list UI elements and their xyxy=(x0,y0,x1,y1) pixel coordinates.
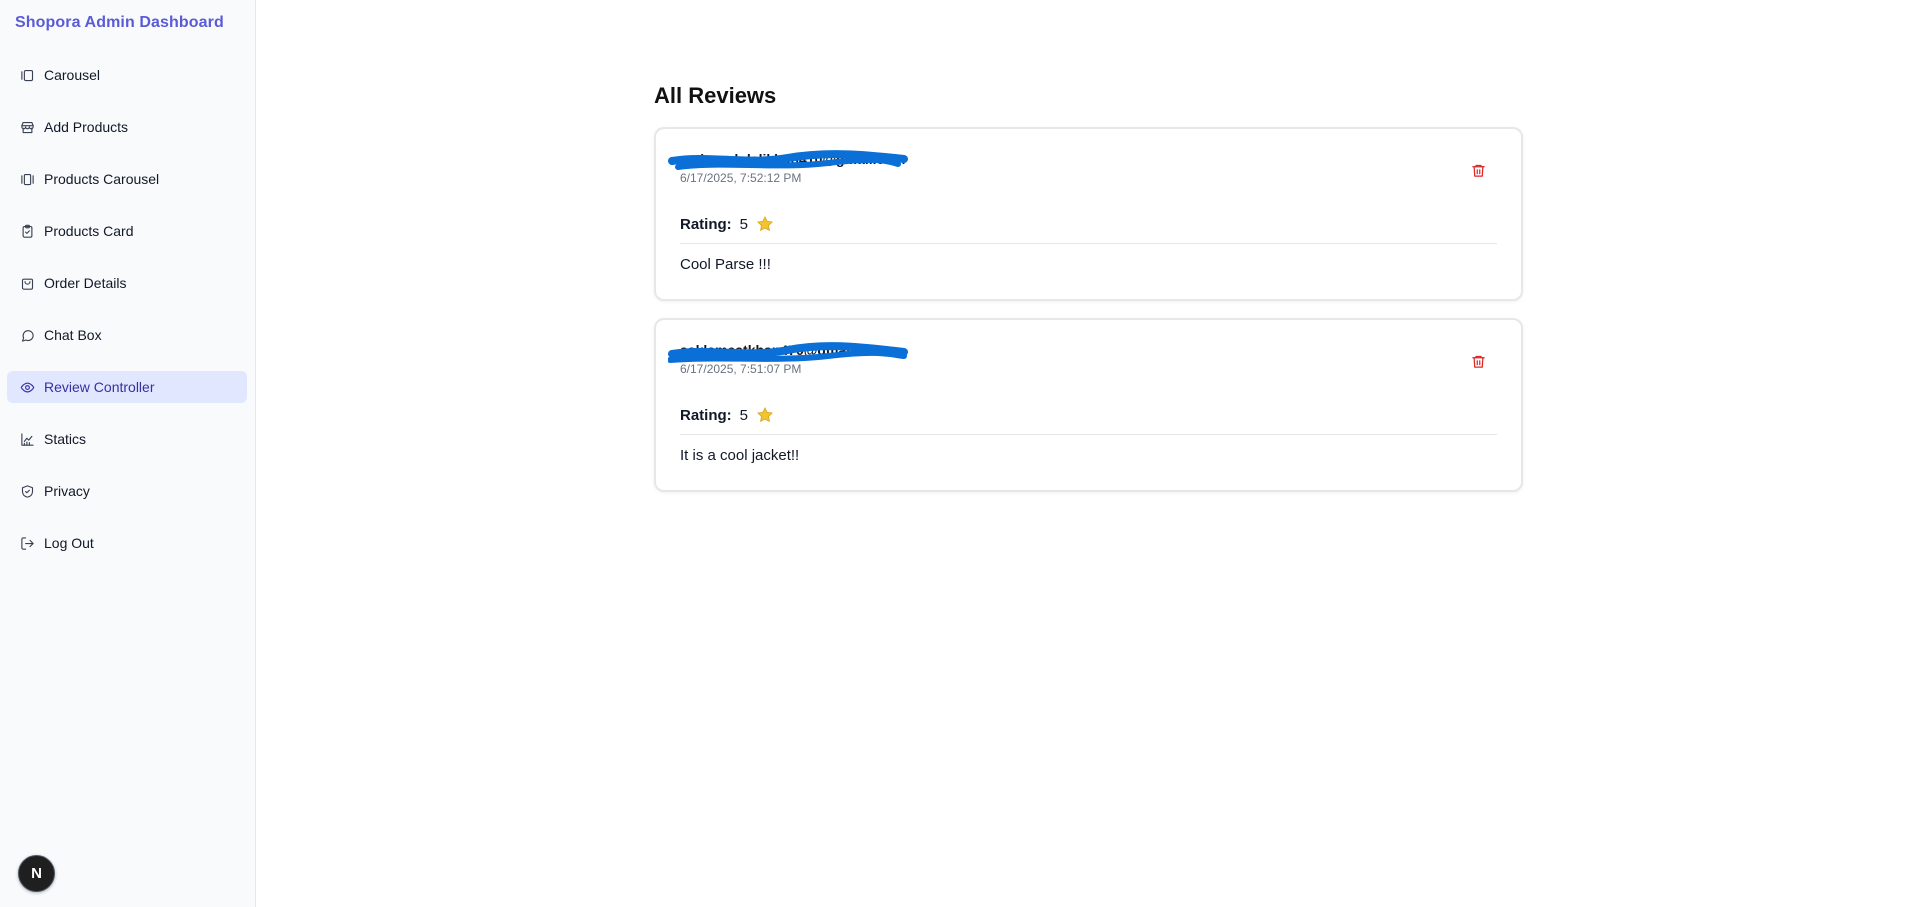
sidebar-item-label: Log Out xyxy=(44,535,94,551)
rating-label: Rating: xyxy=(680,406,732,424)
sidebar-item-label: Add Products xyxy=(44,119,129,135)
brand-title[interactable]: Shopora Admin Dashboard xyxy=(15,14,224,32)
sidebar-item-privacy[interactable]: Privacy xyxy=(7,475,247,507)
review-card: mahmudulalikhan410@gmail.com 6/17/2025, … xyxy=(654,127,1523,301)
sidebar-item-products-carousel[interactable]: Products Carousel xyxy=(7,163,247,195)
chat-icon xyxy=(19,327,35,343)
gallery-icon xyxy=(19,171,35,187)
sidebar-item-review-controller[interactable]: Review Controller xyxy=(7,371,247,403)
trash-icon xyxy=(1471,164,1485,177)
sidebar-item-products-card[interactable]: Products Card xyxy=(7,215,247,247)
sidebar-item-carousel[interactable]: Carousel xyxy=(7,59,247,91)
nextjs-badge[interactable]: N xyxy=(18,855,55,892)
sidebar-nav: Carousel Add Products Products Carousel … xyxy=(7,59,247,579)
sidebar-item-chat-box[interactable]: Chat Box xyxy=(7,319,247,351)
sidebar-item-label: Products Card xyxy=(44,223,134,239)
chart-icon xyxy=(19,431,35,447)
review-comment: Cool Parse !!! xyxy=(680,256,771,273)
review-date: 6/17/2025, 7:51:07 PM xyxy=(680,362,802,376)
shield-icon xyxy=(19,483,35,499)
sidebar-item-label: Order Details xyxy=(44,275,127,291)
delete-review-button[interactable] xyxy=(1469,352,1487,370)
trash-icon xyxy=(1471,355,1485,368)
logout-icon xyxy=(19,535,35,551)
rating-value: 5 xyxy=(739,215,749,233)
review-email: saklameatkhan470@gmail.com xyxy=(680,342,887,358)
sidebar-item-statics[interactable]: Statics xyxy=(7,423,247,455)
divider xyxy=(680,434,1497,435)
divider xyxy=(680,243,1497,244)
star-icon xyxy=(757,407,773,423)
review-comment: It is a cool jacket!! xyxy=(680,447,800,464)
sidebar-item-label: Privacy xyxy=(44,483,90,499)
sidebar-item-label: Chat Box xyxy=(44,327,102,343)
sidebar-item-add-products[interactable]: Add Products xyxy=(7,111,247,143)
carousel-icon xyxy=(19,67,35,83)
review-rating: Rating: 5 xyxy=(680,215,774,233)
page-title: All Reviews xyxy=(654,83,777,108)
sidebar-item-order-details[interactable]: Order Details xyxy=(7,267,247,299)
sidebar-item-label: Statics xyxy=(44,431,87,447)
review-card: saklameatkhan470@gmail.com 6/17/2025, 7:… xyxy=(654,318,1523,492)
review-email: mahmudulalikhan410@gmail.com xyxy=(680,151,906,167)
sidebar-item-label: Review Controller xyxy=(44,379,155,395)
delete-review-button[interactable] xyxy=(1469,161,1487,179)
shopping-bag-icon xyxy=(19,275,35,291)
sidebar-item-label: Carousel xyxy=(44,67,101,83)
sidebar-item-label: Products Carousel xyxy=(44,171,160,187)
rating-label: Rating: xyxy=(680,215,732,233)
clipboard-icon xyxy=(19,223,35,239)
store-icon xyxy=(19,119,35,135)
rating-value: 5 xyxy=(739,406,749,424)
star-icon xyxy=(757,216,773,232)
sidebar-item-log-out[interactable]: Log Out xyxy=(7,527,247,559)
review-rating: Rating: 5 xyxy=(680,406,774,424)
review-date: 6/17/2025, 7:52:12 PM xyxy=(680,171,802,185)
eye-icon xyxy=(19,379,35,395)
sidebar: Shopora Admin Dashboard Carousel Add Pro… xyxy=(0,0,256,907)
